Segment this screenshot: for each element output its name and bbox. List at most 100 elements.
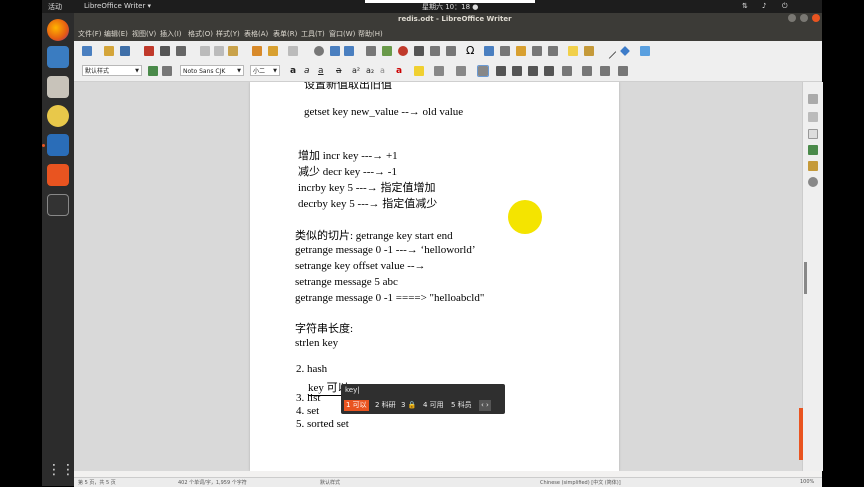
special-character-icon[interactable]: Ω (466, 45, 476, 56)
gallery-icon[interactable] (808, 161, 818, 171)
bullet-list-icon[interactable] (434, 66, 444, 76)
cross-reference-icon[interactable] (548, 46, 558, 56)
outdent-icon[interactable] (618, 66, 628, 76)
menu-format[interactable]: 格式(O) (188, 29, 213, 39)
insert-page-break-icon[interactable] (430, 46, 440, 56)
activities-button[interactable]: 活动 (48, 2, 62, 12)
menu-help[interactable]: 帮助(H) (358, 29, 383, 39)
ime-candidate[interactable]: 3 🔒 (399, 400, 418, 411)
doc-line[interactable]: getrange message 0 -1 ---→ ‘helloworld’ (295, 244, 476, 256)
ime-candidate[interactable]: 4 可用 (421, 400, 446, 411)
ime-candidate[interactable]: 2 科研 (373, 400, 398, 411)
menu-insert[interactable]: 插入(I) (160, 29, 182, 39)
justify-icon[interactable] (544, 66, 554, 76)
doc-line[interactable]: 类似的切片: getrange key start end (295, 227, 453, 243)
export-pdf-icon[interactable] (144, 46, 154, 56)
doc-line[interactable]: getrange message 0 -1 ====> "helloabcld" (295, 292, 484, 304)
firefox-icon[interactable] (47, 19, 69, 41)
doc-line[interactable]: setrange message 5 abc (295, 276, 398, 288)
redo-icon[interactable] (288, 46, 298, 56)
language[interactable]: Chinese (simplified) [中文 (简体)] (540, 479, 621, 486)
line-icon[interactable] (601, 44, 617, 59)
highlight-color-icon[interactable] (414, 66, 424, 76)
menu-edit[interactable]: 编辑(E) (104, 29, 128, 39)
outline-icon[interactable] (477, 65, 489, 77)
menu-tools[interactable]: 工具(T) (301, 29, 325, 39)
font-color-icon[interactable]: a (396, 66, 406, 76)
increase-paragraph-spacing-icon[interactable] (582, 66, 592, 76)
new-icon[interactable] (82, 46, 92, 56)
menu-styles[interactable]: 样式(Y) (216, 29, 240, 39)
spelling-icon[interactable] (330, 46, 340, 56)
terminal-icon[interactable] (47, 194, 69, 216)
doc-line[interactable]: 字符串长度: (295, 320, 353, 336)
bold-icon[interactable]: a (290, 66, 300, 76)
doc-line[interactable]: setrange key offset value --→ (295, 260, 426, 272)
footnote-icon[interactable] (500, 46, 510, 56)
doc-line[interactable]: 3. list (296, 392, 320, 404)
line-spacing-icon[interactable] (562, 66, 572, 76)
doc-line[interactable]: 设置新值取出旧值 (304, 82, 392, 92)
insert-field-icon[interactable] (446, 46, 456, 56)
open-icon[interactable] (104, 46, 114, 56)
underline-icon[interactable]: a (318, 66, 328, 76)
sidebar-menu-icon[interactable] (808, 94, 818, 104)
menu-file[interactable]: 文件(F) (78, 29, 102, 39)
undo-icon[interactable] (268, 46, 278, 56)
paragraph-style-combo[interactable]: 默认样式 ▼ (82, 65, 142, 76)
writer-icon[interactable] (47, 134, 69, 156)
ime-page-nav[interactable]: ‹ › (479, 400, 491, 411)
styles-icon[interactable] (808, 145, 818, 155)
show-apps-icon[interactable]: ⋮⋮ (47, 459, 75, 481)
doc-line[interactable]: getset key new_value --→ old value (304, 106, 463, 118)
doc-line[interactable]: 减少 decr key ---→ -1 (298, 163, 397, 179)
files-icon[interactable] (47, 76, 69, 98)
menu-form[interactable]: 表单(R) (273, 29, 297, 39)
indent-icon[interactable] (600, 66, 610, 76)
cut-icon[interactable] (200, 46, 210, 56)
align-left-icon[interactable] (496, 66, 506, 76)
print-icon[interactable] (160, 46, 170, 56)
menu-table[interactable]: 表格(A) (244, 29, 268, 39)
rhythmbox-icon[interactable] (47, 105, 69, 127)
comment-icon[interactable] (568, 46, 578, 56)
formatting-marks-icon[interactable] (344, 46, 354, 56)
network-icon[interactable]: ⇅ (742, 2, 748, 10)
page-style[interactable]: 默认样式 (320, 479, 340, 486)
doc-line[interactable]: strlen key (295, 337, 338, 349)
menu-view[interactable]: 视图(V) (132, 29, 156, 39)
align-right-icon[interactable] (528, 66, 538, 76)
superscript-icon[interactable]: a² (352, 66, 362, 76)
doc-line[interactable]: 2. hash (296, 363, 327, 375)
font-name-combo[interactable]: Noto Sans CJK ▼ (180, 65, 244, 76)
page-count[interactable]: 第 5 页，共 5 页 (78, 479, 116, 486)
doc-line[interactable]: 增加 incr key ---→ +1 (298, 147, 398, 163)
doc-line[interactable]: 5. sorted set (296, 418, 349, 430)
maximize-button[interactable] (800, 14, 808, 22)
insert-chart-icon[interactable] (398, 46, 408, 56)
navigator-icon[interactable] (808, 177, 818, 187)
close-button[interactable] (812, 14, 820, 22)
print-preview-icon[interactable] (176, 46, 186, 56)
insert-image-icon[interactable] (382, 46, 392, 56)
find-replace-icon[interactable] (314, 46, 324, 56)
clone-formatting-icon[interactable] (252, 46, 262, 56)
volume-icon[interactable]: ♪ (762, 2, 766, 10)
thunderbird-icon[interactable] (47, 46, 69, 68)
draw-functions-icon[interactable] (640, 46, 650, 56)
endnote-icon[interactable] (516, 46, 526, 56)
italic-icon[interactable]: a (304, 66, 314, 76)
align-center-icon[interactable] (512, 66, 522, 76)
track-changes-icon[interactable] (584, 46, 594, 56)
copy-icon[interactable] (214, 46, 224, 56)
bookmark-icon[interactable] (532, 46, 542, 56)
clock[interactable]: 星期六 10：18 ● (422, 2, 478, 12)
word-count[interactable]: 402 个单词/字，1,959 个字符 (178, 479, 247, 486)
subscript-icon[interactable]: a₂ (366, 66, 376, 76)
new-style-icon[interactable] (162, 66, 172, 76)
ime-candidate[interactable]: 1 可以 (344, 400, 369, 411)
hyperlink-icon[interactable] (484, 46, 494, 56)
doc-line[interactable]: decrby key 5 ---→ 指定值减少 (298, 195, 437, 211)
menu-window[interactable]: 窗口(W) (329, 29, 355, 39)
zoom-level[interactable]: 100% (800, 479, 814, 485)
